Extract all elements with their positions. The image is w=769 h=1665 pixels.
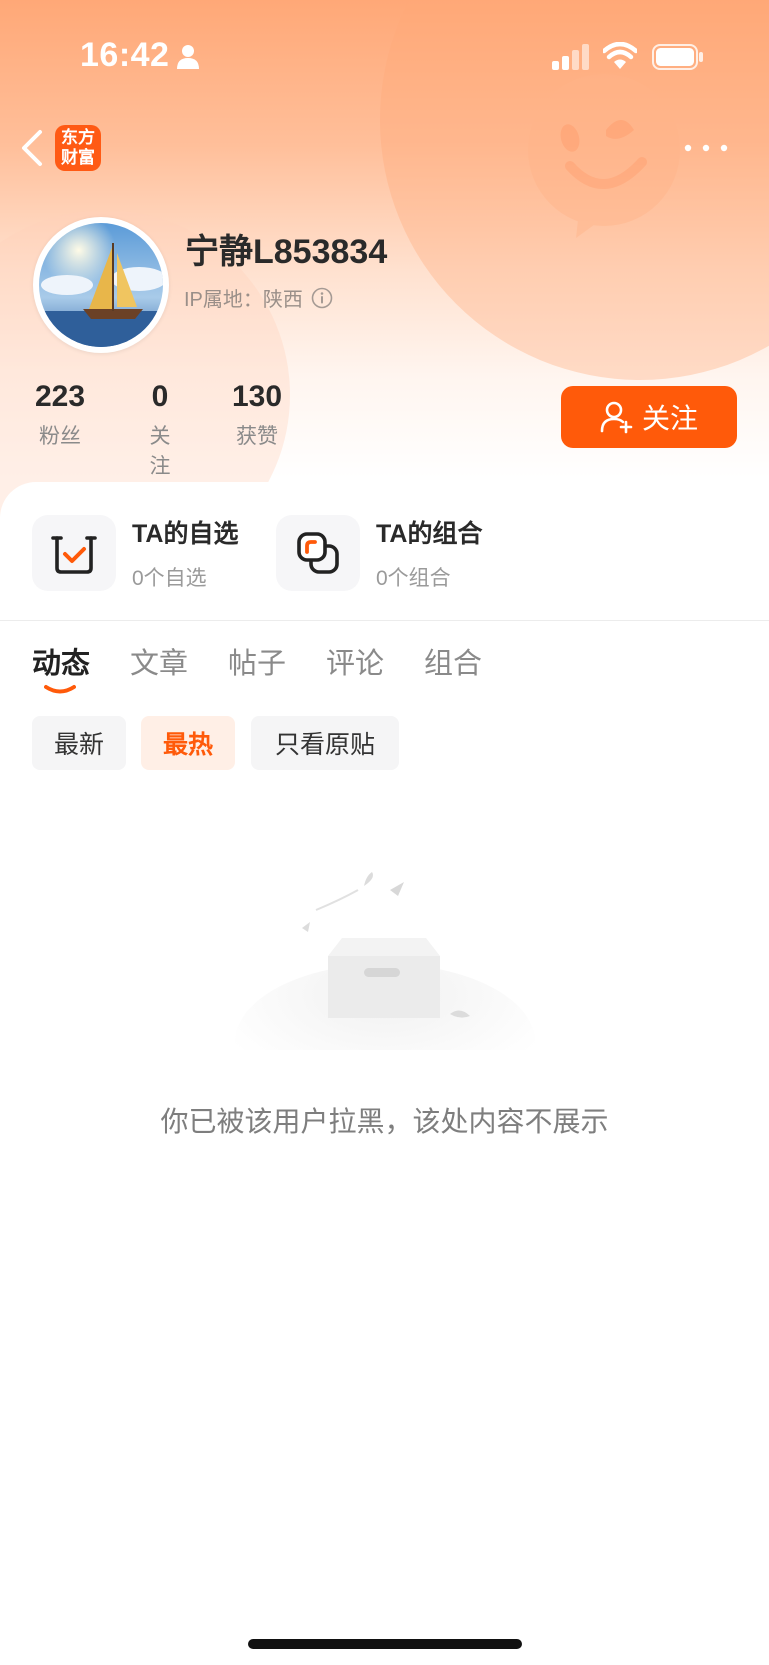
avatar[interactable] bbox=[33, 217, 169, 353]
status-bar: 16:42 bbox=[0, 0, 769, 110]
portfolio-count: 0个组合 bbox=[376, 567, 451, 590]
filter-hottest[interactable]: 最热 bbox=[141, 716, 235, 770]
info-icon[interactable] bbox=[311, 287, 333, 309]
stat-fans-label: 粉丝 bbox=[39, 425, 81, 448]
ta-watchlist-link[interactable]: TA的自选 0个自选 bbox=[32, 514, 238, 592]
section-divider bbox=[0, 620, 769, 621]
watchlist-check-icon bbox=[51, 536, 97, 574]
tab-posts[interactable]: 帖子 bbox=[228, 640, 286, 682]
ip-location-text: IP属地：陕西 bbox=[184, 289, 303, 311]
filter-original-only[interactable]: 只看原贴 bbox=[251, 716, 399, 770]
app-logo[interactable]: 东方 财富 bbox=[55, 125, 101, 171]
home-indicator bbox=[248, 1639, 522, 1649]
tab-articles[interactable]: 文章 bbox=[130, 640, 188, 682]
empty-box-illustration bbox=[235, 872, 535, 1050]
tab-portfolios[interactable]: 组合 bbox=[424, 640, 482, 682]
stat-fans-value: 223 bbox=[34, 380, 86, 413]
stat-following[interactable]: 0 关注 bbox=[140, 380, 180, 480]
tab-comments[interactable]: 评论 bbox=[326, 640, 384, 682]
portfolio-title: TA的组合 bbox=[376, 520, 483, 548]
watchlist-title: TA的自选 bbox=[132, 520, 239, 548]
stat-likes-value: 130 bbox=[231, 380, 283, 413]
ip-location-row: IP属地：陕西 bbox=[184, 283, 333, 312]
stat-following-value: 0 bbox=[151, 380, 169, 413]
active-tab-indicator bbox=[44, 685, 76, 694]
tab-dynamics[interactable]: 动态 bbox=[32, 640, 90, 682]
username: 宁静L853834 bbox=[185, 233, 388, 271]
more-dots-icon[interactable] bbox=[682, 140, 730, 156]
portfolio-icon-box bbox=[276, 515, 360, 591]
filter-latest[interactable]: 最新 bbox=[32, 716, 126, 770]
add-user-icon bbox=[600, 401, 633, 434]
app-logo-line1: 东方 bbox=[61, 128, 95, 148]
avatar-sailboat-image bbox=[39, 223, 163, 347]
status-time: 16:42 bbox=[80, 36, 170, 74]
stat-likes-label: 获赞 bbox=[236, 425, 278, 448]
stat-following-label: 关注 bbox=[149, 425, 171, 478]
app-logo-line2: 财富 bbox=[61, 148, 95, 168]
wifi-icon bbox=[603, 42, 637, 69]
stat-fans[interactable]: 223 粉丝 bbox=[31, 380, 89, 450]
portfolio-combo-icon bbox=[297, 532, 339, 574]
person-icon bbox=[177, 45, 199, 69]
battery-icon bbox=[652, 44, 703, 70]
stat-likes[interactable]: 130 获赞 bbox=[228, 380, 286, 450]
watchlist-count: 0个自选 bbox=[132, 567, 207, 590]
filter-chips: 最新 最热 只看原贴 bbox=[0, 716, 769, 770]
content-tabs: 动态 文章 帖子 评论 组合 bbox=[0, 640, 769, 700]
follow-button[interactable]: 关注 bbox=[561, 386, 737, 448]
chevron-left-icon[interactable] bbox=[16, 126, 48, 170]
watchlist-icon-box bbox=[32, 515, 116, 591]
signal-icon bbox=[552, 44, 589, 70]
ta-portfolio-link[interactable]: TA的组合 0个组合 bbox=[276, 514, 482, 592]
follow-button-label: 关注 bbox=[641, 403, 698, 434]
empty-state-message: 你已被该用户拉黑，该处内容不展示 bbox=[160, 1106, 609, 1137]
